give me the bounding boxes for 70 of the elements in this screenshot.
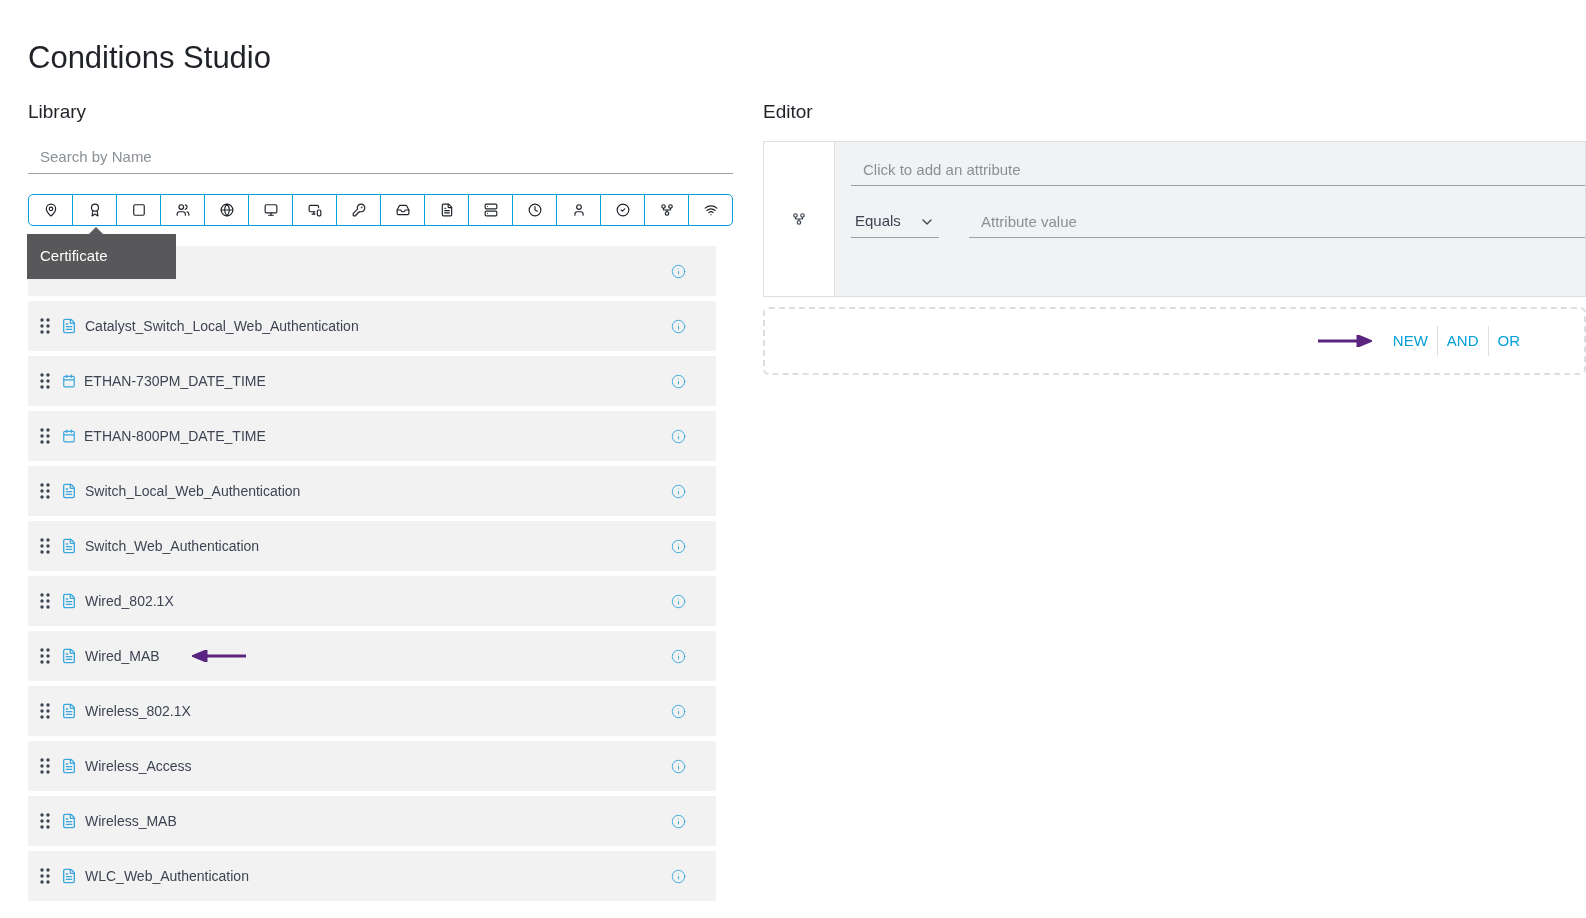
wifi-icon xyxy=(703,203,718,217)
condition-row[interactable]: Catalyst_Switch_Local_Web_Authentication xyxy=(28,301,716,351)
branch-icon xyxy=(792,212,806,226)
document-icon xyxy=(61,593,77,609)
condition-row[interactable]: Switch_Local_Web_Authentication xyxy=(28,466,716,516)
document-icon xyxy=(61,648,77,664)
condition-name: Switch_Web_Authentication xyxy=(85,536,260,556)
drag-handle-icon[interactable] xyxy=(40,648,50,664)
tray-icon xyxy=(395,203,410,217)
calendar-icon xyxy=(62,374,76,388)
condition-name: Wireless_Access xyxy=(85,756,192,776)
condition-name: Wired_MAB xyxy=(85,646,160,666)
document-icon xyxy=(439,203,454,217)
square-icon xyxy=(131,203,146,217)
condition-row[interactable]: ETHAN-800PM_DATE_TIME xyxy=(28,411,716,461)
clock-icon xyxy=(527,203,542,217)
pin-icon xyxy=(43,203,58,217)
library-heading: Library xyxy=(28,100,88,124)
server-icon xyxy=(483,203,498,217)
condition-row[interactable]: Wired_MAB xyxy=(28,631,716,681)
document-icon xyxy=(61,318,77,334)
condition-name: ETHAN-800PM_DATE_TIME xyxy=(84,426,266,446)
condition-row[interactable]: WLC_Web_Authentication xyxy=(28,851,716,901)
drag-handle-icon[interactable] xyxy=(40,758,50,774)
condition-name: Catalyst_Switch_Local_Web_Authentication xyxy=(85,316,359,336)
globe-icon xyxy=(219,203,234,217)
key-icon xyxy=(351,203,366,217)
drag-handle-icon[interactable] xyxy=(40,428,50,444)
document-icon xyxy=(61,813,77,829)
condition-name: Wireless_MAB xyxy=(85,811,177,831)
condition-name: Switch_Local_Web_Authentication xyxy=(85,481,301,501)
annotation-arrow xyxy=(1315,335,1372,347)
condition-name: Wireless_802.1X xyxy=(85,701,191,721)
condition-row[interactable]: ETHAN-730PM_DATE_TIME xyxy=(28,356,716,406)
monitor-icon xyxy=(263,203,278,217)
attribute-value-field[interactable]: Attribute value xyxy=(969,206,1585,238)
condition-name: ETHAN-730PM_DATE_TIME xyxy=(84,371,266,391)
condition-row[interactable]: Switch_Web_Authentication xyxy=(28,521,716,571)
search-field[interactable]: Search by Name xyxy=(28,140,733,174)
document-icon xyxy=(61,703,77,719)
document-icon xyxy=(61,868,77,884)
drag-handle-icon[interactable] xyxy=(40,703,50,719)
drag-handle-icon[interactable] xyxy=(40,868,50,884)
document-icon xyxy=(61,538,77,554)
page-title: Conditions Studio xyxy=(28,39,271,77)
branch-icon xyxy=(659,203,674,217)
condition-name: Wired_802.1X xyxy=(85,591,174,611)
condition-row[interactable]: Wireless_MAB xyxy=(28,796,716,846)
drag-handle-icon[interactable] xyxy=(40,373,50,389)
drag-handle-icon[interactable] xyxy=(40,538,50,554)
calendar-icon xyxy=(62,429,76,443)
condition-row[interactable]: Wireless_802.1X xyxy=(28,686,716,736)
condition-row[interactable]: Wired_802.1X xyxy=(28,576,716,626)
people-icon xyxy=(175,203,190,217)
drag-handle-icon[interactable] xyxy=(40,593,50,609)
attribute-field[interactable]: Click to add an attribute xyxy=(851,154,1585,186)
document-icon xyxy=(61,483,77,499)
document-icon xyxy=(61,758,77,774)
check-circle-icon xyxy=(615,203,630,217)
drag-handle-icon[interactable] xyxy=(40,483,50,499)
editor-heading: Editor xyxy=(763,100,814,124)
desktop-icon xyxy=(307,203,322,217)
drag-handle-icon[interactable] xyxy=(40,813,50,829)
drag-handle-icon[interactable] xyxy=(40,318,50,334)
condition-row[interactable]: Wireless_Access xyxy=(28,741,716,791)
tooltip: Certificate xyxy=(27,234,176,279)
annotation-arrow xyxy=(191,650,248,662)
person-icon xyxy=(571,203,586,217)
operator-dropdown[interactable]: Equals xyxy=(851,206,939,238)
condition-name: WLC_Web_Authentication xyxy=(85,866,249,886)
